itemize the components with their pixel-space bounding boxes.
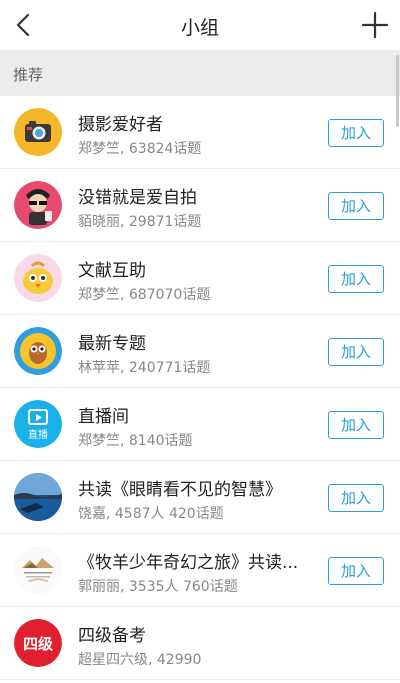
group-name: 摄影爱好者 [78, 115, 163, 135]
group-meta: 郑梦竺, 63824话题 [78, 141, 202, 157]
group-name: 没错就是爱自拍 [78, 188, 197, 208]
join-button[interactable]: 加入 [328, 411, 384, 439]
shepherd-book-icon [14, 546, 62, 594]
chick-mascot-icon [14, 254, 62, 302]
group-name: 最新专题 [78, 334, 146, 354]
list-item[interactable]: 《牧羊少年奇幻之旅》共读... 郭丽丽, 3535人 760话题 加入 [0, 534, 400, 607]
list-item[interactable]: 四级 四级备考 超星四六级, 42990 [0, 607, 400, 680]
live-tv-icon: 直播 [14, 400, 62, 448]
section-label: 推荐 [13, 66, 44, 84]
cet4-avatar-text: 四级 [23, 635, 54, 653]
join-button[interactable]: 加入 [328, 119, 384, 147]
top-bar: 小组 [0, 0, 400, 50]
group-meta: 饶嘉, 4587人 420话题 [78, 506, 224, 522]
join-button[interactable]: 加入 [328, 265, 384, 293]
group-meta: 郑梦竺, 687070话题 [78, 287, 211, 303]
group-name: 直播间 [78, 407, 129, 427]
group-name: 四级备考 [78, 626, 146, 646]
page-title: 小组 [180, 17, 219, 39]
group-meta: 郑梦竺, 8140话题 [78, 433, 193, 449]
group-meta: 郭丽丽, 3535人 760话题 [78, 579, 238, 595]
group-name: 《牧羊少年奇幻之旅》共读... [78, 553, 299, 573]
section-header-recommended: 推荐 [0, 50, 400, 96]
plus-icon [361, 11, 389, 39]
group-list: 摄影爱好者 郑梦竺, 63824话题 加入 没错就是爱自拍 貊晓丽, 29871… [0, 96, 400, 680]
add-button[interactable] [358, 8, 392, 42]
cet4-badge-icon: 四级 [14, 619, 62, 667]
list-item[interactable]: 摄影爱好者 郑梦竺, 63824话题 加入 [0, 96, 400, 169]
list-item[interactable]: 没错就是爱自拍 貊晓丽, 29871话题 加入 [0, 169, 400, 242]
list-item[interactable]: 共读《眼睛看不见的智慧》 饶嘉, 4587人 420话题 加入 [0, 461, 400, 534]
list-item[interactable]: 直播 直播间 郑梦竺, 8140话题 加入 [0, 388, 400, 461]
row-fade-overlay [200, 637, 340, 667]
live-avatar-text: 直播 [28, 428, 48, 441]
group-name: 文献互助 [78, 261, 146, 281]
join-button[interactable]: 加入 [328, 338, 384, 366]
camera-icon [14, 108, 62, 156]
group-name: 共读《眼睛看不见的智慧》 [78, 480, 282, 500]
list-item[interactable]: 最新专题 林苹苹, 240771话题 加入 [0, 315, 400, 388]
group-meta: 超星四六级, 42990 [78, 652, 202, 668]
group-meta: 貊晓丽, 29871话题 [78, 214, 202, 230]
join-button[interactable]: 加入 [328, 557, 384, 585]
group-meta: 林苹苹, 240771话题 [78, 360, 211, 376]
join-button[interactable]: 加入 [328, 484, 384, 512]
selfie-avatar-icon [14, 181, 62, 229]
list-item[interactable]: 文献互助 郑梦竺, 687070话题 加入 [0, 242, 400, 315]
lake-photo-icon [14, 473, 62, 521]
join-button[interactable]: 加入 [328, 192, 384, 220]
owl-badge-icon [14, 327, 62, 375]
